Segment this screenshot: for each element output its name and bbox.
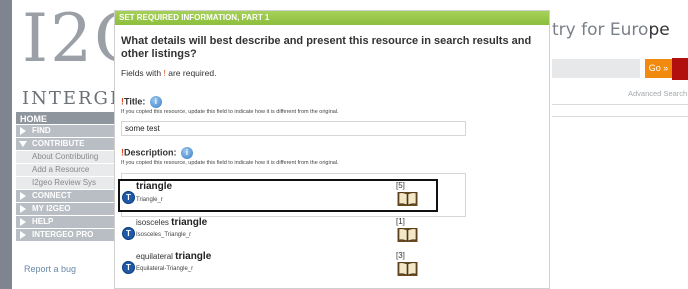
item-match: triangle (171, 217, 208, 228)
triangle-right-icon (20, 205, 26, 213)
required-note-prefix: Fields with (121, 68, 164, 78)
autocomplete-item[interactable]: T isosceles triangle Isosceles_Triangle_… (118, 215, 438, 248)
nav-help[interactable]: HELP (16, 216, 118, 228)
topic-badge-icon: T (122, 261, 135, 274)
nav-contribute[interactable]: CONTRIBUTE (16, 138, 118, 150)
site-tagline: try for Europe (552, 20, 670, 40)
report-bug-link[interactable]: Report a bug (24, 264, 76, 274)
item-name: equilateral triangle (136, 251, 211, 262)
nav-label: HELP (32, 217, 54, 226)
item-count: [5] (396, 181, 405, 190)
left-strip (0, 0, 12, 289)
item-match: triangle (175, 251, 212, 262)
autocomplete-item[interactable]: T equilateral triangle Equilateral-Trian… (118, 249, 438, 282)
brand-name: INTERGE (22, 88, 126, 109)
title-input[interactable]: some test (121, 121, 466, 136)
nav-label: CONNECT (32, 191, 72, 200)
nav-label: INTERGEO PRO (32, 230, 94, 239)
item-prefix: isosceles (136, 218, 172, 227)
divider (552, 116, 688, 117)
book-icon[interactable] (397, 227, 418, 243)
item-count: [1] (396, 217, 405, 226)
description-label-text: Description: (124, 147, 177, 158)
nav-label: MY I2GEO (32, 204, 71, 213)
triangle-down-icon (19, 141, 27, 147)
required-note: Fields with ! are required. (121, 68, 216, 78)
info-icon[interactable]: i (149, 96, 162, 108)
required-note-suffix: are required. (165, 68, 217, 78)
nav-sub-add-resource[interactable]: Add a Resource (16, 164, 118, 176)
tagline-text: try for Euro (552, 20, 649, 40)
divider (552, 104, 688, 105)
search-input[interactable] (552, 59, 640, 78)
item-match: triangle (136, 181, 173, 192)
nav-home[interactable]: HOME (16, 112, 118, 124)
description-hint: If you copied this resource, update this… (121, 160, 339, 166)
book-icon[interactable] (397, 191, 418, 207)
header-red-strip (672, 58, 688, 80)
book-icon[interactable] (397, 261, 418, 277)
title-label-text: Title: (124, 96, 146, 107)
dialog-question: What details will best describe and pres… (121, 35, 532, 60)
topic-badge-icon: T (122, 227, 135, 240)
nav-connect[interactable]: CONNECT (16, 190, 118, 202)
triangle-right-icon (20, 218, 26, 226)
tagline-end: pe (648, 20, 670, 40)
item-name: triangle (136, 181, 172, 192)
nav-intergeo-pro[interactable]: INTERGEO PRO (16, 229, 118, 241)
sidebar-nav: HOME FIND CONTRIBUTE About Contributing … (16, 112, 118, 241)
nav-label: FIND (32, 126, 51, 135)
item-name: isosceles triangle (136, 217, 207, 228)
item-count: [3] (396, 251, 405, 260)
nav-sub-review-system[interactable]: I2geo Review Sys (16, 177, 118, 189)
nav-find[interactable]: FIND (16, 125, 118, 137)
nav-my-i2geo[interactable]: MY I2GEO (16, 203, 118, 215)
triangle-right-icon (20, 231, 26, 239)
autocomplete-dropdown: T triangle Triangle_r [5] T isosceles tr… (118, 179, 438, 287)
nav-label: CONTRIBUTE (32, 139, 85, 148)
info-icon[interactable]: i (181, 147, 194, 159)
dialog-header: SET REQUIRED INFORMATION, PART 1 (115, 11, 549, 25)
title-hint: If you copied this resource, update this… (121, 109, 339, 115)
description-label: !Description: i (121, 147, 194, 159)
autocomplete-item[interactable]: T triangle Triangle_r [5] (118, 179, 438, 212)
item-id: Equilateral-Triangle_r (136, 266, 194, 272)
triangle-right-icon (20, 127, 26, 135)
title-label: !Title: i (121, 96, 162, 108)
go-button[interactable]: Go » (645, 59, 672, 78)
item-id: Triangle_r (136, 197, 163, 203)
topic-badge-icon: T (122, 191, 135, 204)
item-prefix: equilateral (136, 252, 176, 261)
triangle-right-icon (20, 192, 26, 200)
item-id: Isosceles_Triangle_r (136, 232, 192, 238)
nav-sub-about-contributing[interactable]: About Contributing (16, 151, 118, 163)
advanced-search-link[interactable]: Advanced Search (628, 89, 687, 98)
